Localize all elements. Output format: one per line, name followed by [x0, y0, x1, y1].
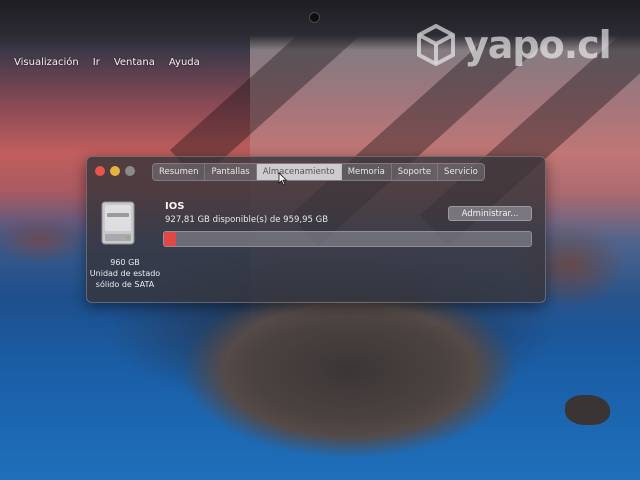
tab-almacenamiento[interactable]: Almacenamiento [256, 164, 342, 180]
menu-ventana[interactable]: Ventana [114, 57, 155, 68]
desktop-screen: yapo.cl Visualización Ir Ventana Ayuda R… [0, 0, 640, 480]
disk-type-line1: Unidad de estado [89, 269, 161, 278]
tab-soporte[interactable]: Soporte [392, 164, 439, 180]
volume-name: IOS [165, 201, 185, 212]
disk-caption: 960 GB Unidad de estado sólido de SATA [87, 257, 163, 290]
tab-pantallas[interactable]: Pantallas [205, 164, 257, 180]
disk-capacity: 960 GB [110, 258, 140, 267]
tab-memoria[interactable]: Memoria [342, 164, 392, 180]
mouse-pointer-icon [278, 172, 288, 186]
disk-type-line2: sólido de SATA [95, 280, 155, 289]
menu-bar: Visualización Ir Ventana Ayuda [0, 52, 640, 72]
about-this-mac-window: Resumen Pantallas Almacenamiento Memoria… [86, 156, 546, 303]
wallpaper-island [150, 300, 550, 480]
menu-ir[interactable]: Ir [93, 57, 100, 68]
storage-used-segment [164, 232, 177, 246]
tab-bar: Resumen Pantallas Almacenamiento Memoria… [152, 163, 485, 181]
menu-ayuda[interactable]: Ayuda [169, 57, 200, 68]
wallpaper-rock [565, 395, 610, 425]
storage-usage-bar [163, 231, 532, 247]
minimize-window-button[interactable] [110, 166, 120, 176]
manage-storage-button[interactable]: Administrar... [448, 206, 532, 221]
zoom-window-button[interactable] [125, 166, 135, 176]
close-window-button[interactable] [95, 166, 105, 176]
volume-space-detail: 927,81 GB disponible(s) de 959,95 GB [165, 215, 329, 225]
webcam [309, 12, 320, 23]
hard-drive-icon [101, 201, 135, 245]
tab-resumen[interactable]: Resumen [153, 164, 206, 180]
menu-visualizacion[interactable]: Visualización [14, 57, 79, 68]
tab-servicio[interactable]: Servicio [438, 164, 484, 180]
